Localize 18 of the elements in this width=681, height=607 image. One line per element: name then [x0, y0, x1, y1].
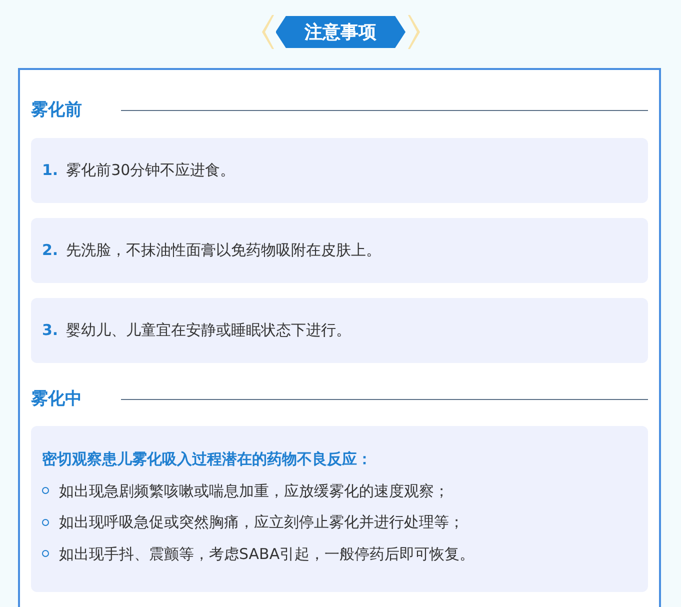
- step-number: 1.: [42, 160, 58, 181]
- step-number: 3.: [42, 320, 58, 341]
- bullet-icon: [42, 487, 49, 494]
- step-text: 先洗脸，不抹油性面膏以免药物吸附在皮肤上。: [66, 240, 382, 261]
- bullet-text: 如出现急剧频繁咳嗽或喘息加重，应放缓雾化的速度观察；: [59, 480, 449, 502]
- step-text: 雾化前30分钟不应进食。: [66, 160, 236, 181]
- chevron-icon: [408, 15, 422, 49]
- step-text: 婴幼儿、儿童宜在安静或睡眠状态下进行。: [66, 320, 352, 341]
- bullet-icon: [42, 518, 49, 526]
- section-heading: 雾化中: [31, 388, 83, 410]
- section-heading: 雾化前: [31, 99, 83, 122]
- bullet-text: 如出现手抖、震颤等，考虑SABA引起，一般停药后即可恢复。: [59, 544, 475, 564]
- chevron-icon: [260, 15, 274, 49]
- step-number: 2.: [42, 240, 58, 261]
- bullet-icon: [42, 550, 49, 558]
- note-lead: 密切观察患儿雾化吸入过程潜在的药物不良反应：: [42, 449, 373, 470]
- banner-title: 注意事项: [304, 20, 376, 44]
- bullet-text: 如出现呼吸急促或突然胸痛，应立刻停止雾化并进行处理等；: [59, 512, 464, 533]
